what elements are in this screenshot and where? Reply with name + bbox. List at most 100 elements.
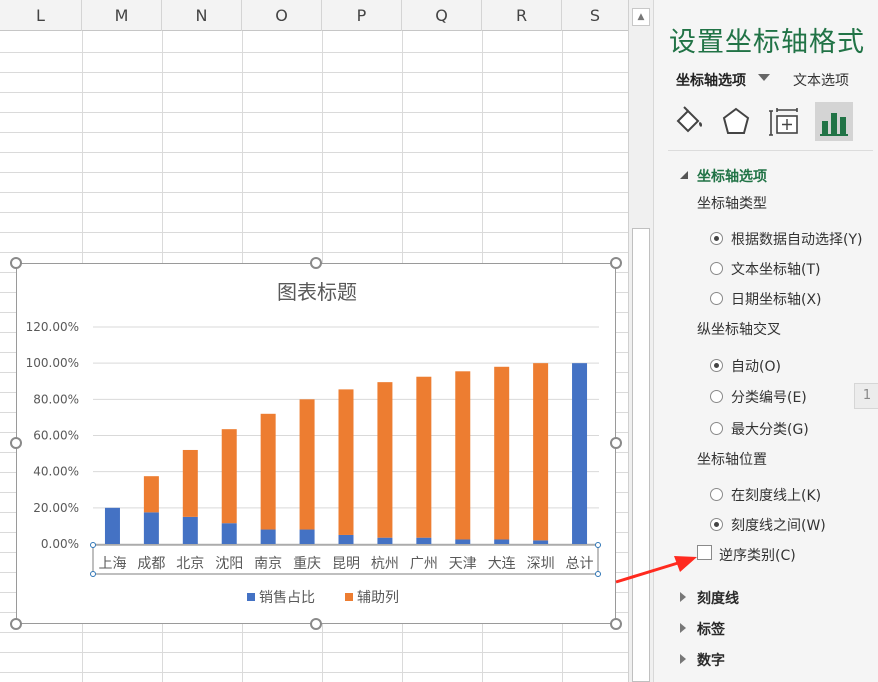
legend-swatch: [247, 593, 255, 601]
bar-sales-share-5[interactable]: [299, 529, 315, 544]
bar-helper-9[interactable]: [455, 371, 471, 540]
row-gridline: [0, 132, 628, 133]
column-header-m[interactable]: M: [82, 0, 162, 31]
chart[interactable]: 图表标题 0.00% 20.00% 40.00% 60.00% 80.00% 100.00%…: [16, 263, 616, 624]
bar-helper-3[interactable]: [221, 429, 237, 524]
bar-helper-7[interactable]: [377, 382, 393, 538]
x-tick-label: 天津: [449, 556, 477, 572]
column-header-p[interactable]: P: [322, 0, 402, 31]
column-header-n[interactable]: N: [162, 0, 242, 31]
row-gridline: [0, 232, 628, 233]
expanded-triangle-icon[interactable]: [680, 171, 688, 179]
spreadsheet-area[interactable]: L M N O P Q R S 图表标题 0.00% 20.00% 40.00% 60.…: [0, 0, 628, 682]
column-header-r[interactable]: R: [482, 0, 562, 31]
reverse-categories-checkbox[interactable]: [697, 545, 712, 560]
scroll-up-icon[interactable]: ▲: [632, 8, 650, 26]
size-properties-icon[interactable]: [765, 103, 803, 141]
bar-sales-share-6[interactable]: [338, 534, 354, 544]
section-labels[interactable]: 标签: [697, 619, 725, 639]
position-between-ticks-label[interactable]: 刻度线之间(W): [731, 515, 826, 535]
vertical-scrollbar[interactable]: ▲: [628, 0, 653, 682]
section-axis-options[interactable]: 坐标轴选项: [697, 166, 767, 186]
axis-type-text-label[interactable]: 文本坐标轴(T): [731, 259, 820, 279]
radio-position-on-tick[interactable]: [710, 488, 723, 501]
chart-resize-handle-top-left[interactable]: [10, 257, 22, 269]
chart-resize-handle-left[interactable]: [10, 437, 22, 449]
y-tick-label: 20.00%: [33, 501, 79, 515]
cross-category-number-label[interactable]: 分类编号(E): [731, 387, 807, 407]
radio-axis-type-auto[interactable]: [710, 232, 723, 245]
x-axis-selection-handle[interactable]: [90, 542, 96, 548]
axis-type-auto-label[interactable]: 根据数据自动选择(Y): [731, 229, 862, 249]
position-on-tick-label[interactable]: 在刻度线上(K): [731, 485, 821, 505]
bar-helper-10[interactable]: [494, 366, 510, 540]
bar-sales-share-7[interactable]: [377, 537, 393, 544]
bar-helper-6[interactable]: [338, 389, 354, 535]
bar-sales-share-3[interactable]: [221, 523, 237, 544]
fill-line-icon[interactable]: [669, 103, 707, 141]
collapsed-triangle-icon[interactable]: [680, 623, 686, 633]
legend-label[interactable]: 销售占比: [259, 590, 315, 606]
tab-text-options[interactable]: 文本选项: [793, 70, 849, 90]
collapsed-triangle-icon[interactable]: [680, 592, 686, 602]
cross-auto-label[interactable]: 自动(O): [731, 356, 781, 376]
bar-helper-4[interactable]: [260, 413, 276, 530]
chart-resize-handle-bottom[interactable]: [310, 618, 322, 630]
chevron-down-icon[interactable]: [758, 74, 770, 81]
bar-sales-share-4[interactable]: [260, 529, 276, 544]
reverse-categories-label[interactable]: 逆序类别(C): [719, 545, 796, 565]
section-number[interactable]: 数字: [697, 650, 725, 670]
legend-label[interactable]: 辅助列: [357, 590, 399, 606]
bar-sales-share-9[interactable]: [455, 539, 471, 544]
axis-type-date-label[interactable]: 日期坐标轴(X): [731, 289, 822, 309]
radio-axis-type-text[interactable]: [710, 262, 723, 275]
chart-title[interactable]: 图表标题: [277, 280, 357, 304]
bar-sales-share-11[interactable]: [533, 540, 549, 544]
bar-helper-1[interactable]: [143, 476, 159, 513]
section-tick-marks[interactable]: 刻度线: [697, 588, 739, 608]
column-header-q[interactable]: Q: [402, 0, 482, 31]
scrollbar-thumb[interactable]: [632, 228, 650, 682]
radio-cross-category-number[interactable]: [710, 390, 723, 403]
x-axis-selection-handle[interactable]: [595, 571, 601, 577]
chart-canvas: 图表标题 0.00% 20.00% 40.00% 60.00% 80.00% 100.00%…: [26, 280, 601, 606]
chart-resize-handle-top-right[interactable]: [610, 257, 622, 269]
y-tick-label: 80.00%: [33, 392, 79, 406]
bar-sales-share-12[interactable]: [572, 363, 588, 544]
bar-sales-share-0[interactable]: [104, 507, 120, 544]
column-header-o[interactable]: O: [242, 0, 322, 31]
chart-resize-handle-top[interactable]: [310, 257, 322, 269]
chart-resize-handle-bottom-right[interactable]: [610, 618, 622, 630]
collapsed-triangle-icon[interactable]: [680, 654, 686, 664]
category-number-field[interactable]: 1: [854, 383, 878, 409]
legend-swatch: [345, 593, 353, 601]
radio-axis-type-date[interactable]: [710, 292, 723, 305]
chart-resize-handle-bottom-left[interactable]: [10, 618, 22, 630]
radio-cross-max-category[interactable]: [710, 422, 723, 435]
cross-max-category-label[interactable]: 最大分类(G): [731, 419, 809, 439]
chart-resize-handle-right[interactable]: [610, 437, 622, 449]
row-gridline: [0, 252, 628, 253]
bar-helper-5[interactable]: [299, 399, 315, 530]
x-tick-label: 成都: [137, 556, 165, 572]
pane-title: 设置坐标轴格式: [669, 27, 865, 58]
bar-chart-icon[interactable]: [815, 103, 853, 141]
radio-position-between-ticks[interactable]: [710, 518, 723, 531]
bar-sales-share-10[interactable]: [494, 539, 510, 544]
bar-helper-8[interactable]: [416, 376, 432, 538]
bar-helper-11[interactable]: [533, 363, 549, 541]
column-header-l[interactable]: L: [0, 0, 82, 31]
x-tick-label: 总计: [566, 556, 594, 572]
column-header-s[interactable]: S: [562, 0, 628, 31]
row-gridline: [0, 632, 628, 633]
tab-axis-options[interactable]: 坐标轴选项: [676, 70, 746, 90]
row-gridline: [0, 212, 628, 213]
effects-pentagon-icon[interactable]: [717, 103, 755, 141]
bar-helper-2[interactable]: [182, 449, 198, 517]
radio-cross-auto[interactable]: [710, 359, 723, 372]
bar-sales-share-2[interactable]: [182, 516, 198, 544]
x-axis-selection-handle[interactable]: [90, 571, 96, 577]
bar-sales-share-8[interactable]: [416, 537, 432, 544]
x-axis-selection-handle[interactable]: [595, 542, 601, 548]
bar-sales-share-1[interactable]: [143, 512, 159, 544]
